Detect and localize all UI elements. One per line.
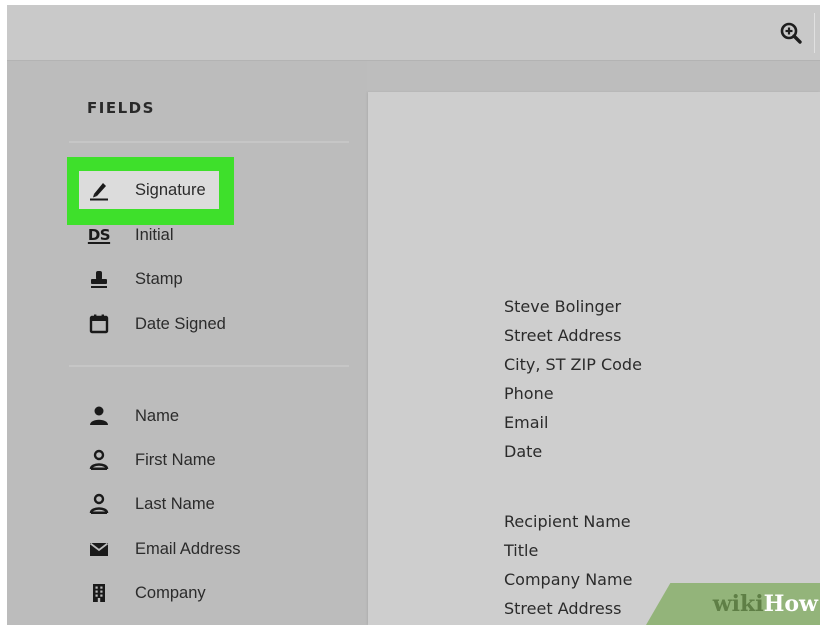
top-toolbar: [7, 5, 820, 61]
initials-icon-text: DS: [87, 226, 111, 244]
person-icon: [87, 404, 111, 428]
watermark-wiki: wiki: [712, 591, 764, 617]
initials-icon: DS: [87, 223, 111, 247]
field-signature[interactable]: Signature: [87, 175, 206, 205]
field-name[interactable]: Name: [87, 401, 179, 431]
pen-icon: [87, 178, 111, 202]
person-outline-icon: [87, 492, 111, 516]
field-label: Initial: [135, 225, 174, 244]
zoom-in-button[interactable]: [777, 19, 805, 47]
field-first-name[interactable]: First Name: [87, 445, 216, 475]
field-label: Signature: [135, 180, 206, 199]
field-label: Name: [135, 406, 180, 425]
recipient-title: Title: [504, 541, 539, 560]
divider: [69, 141, 349, 143]
recipient-company: Company Name: [504, 570, 633, 589]
recipient-name: Recipient Name: [504, 512, 631, 531]
building-icon: [87, 581, 111, 605]
person-outline-icon: [87, 448, 111, 472]
field-label: Stamp: [135, 269, 183, 288]
fields-sidebar: FIELDS Signature DS Initial Stamp Date S…: [7, 61, 367, 625]
app-window: FIELDS Signature DS Initial Stamp Date S…: [7, 5, 820, 625]
field-label: Email Address: [135, 539, 241, 558]
field-label: Last Name: [135, 494, 215, 513]
recipient-street: Street Address: [504, 599, 622, 618]
toolbar-divider: [814, 13, 815, 53]
envelope-icon: [87, 537, 111, 561]
fields-heading: FIELDS: [87, 99, 155, 117]
field-date-signed[interactable]: Date Signed: [87, 309, 226, 339]
stamp-icon: [87, 267, 111, 291]
sender-email: Email: [504, 413, 549, 432]
field-label: First Name: [135, 450, 216, 469]
field-label: Date Signed: [135, 314, 226, 333]
field-initial[interactable]: DS Initial: [87, 220, 174, 250]
zoom-in-icon: [780, 22, 802, 44]
field-label: Company: [135, 583, 206, 602]
sender-street: Street Address: [504, 326, 622, 345]
field-company[interactable]: Company: [87, 578, 206, 608]
watermark-how: How: [763, 591, 818, 617]
wikihow-watermark: wiki How: [646, 583, 820, 625]
divider: [69, 365, 349, 367]
field-last-name[interactable]: Last Name: [87, 489, 215, 519]
sender-date: Date: [504, 442, 543, 461]
sender-phone: Phone: [504, 384, 554, 403]
sender-city: City, ST ZIP Code: [504, 355, 642, 374]
sender-name: Steve Bolinger: [504, 297, 622, 316]
field-stamp[interactable]: Stamp: [87, 264, 183, 294]
field-email-address[interactable]: Email Address: [87, 534, 240, 564]
calendar-icon: [87, 312, 111, 336]
document-page: Steve Bolinger Street Address City, ST Z…: [368, 92, 820, 625]
